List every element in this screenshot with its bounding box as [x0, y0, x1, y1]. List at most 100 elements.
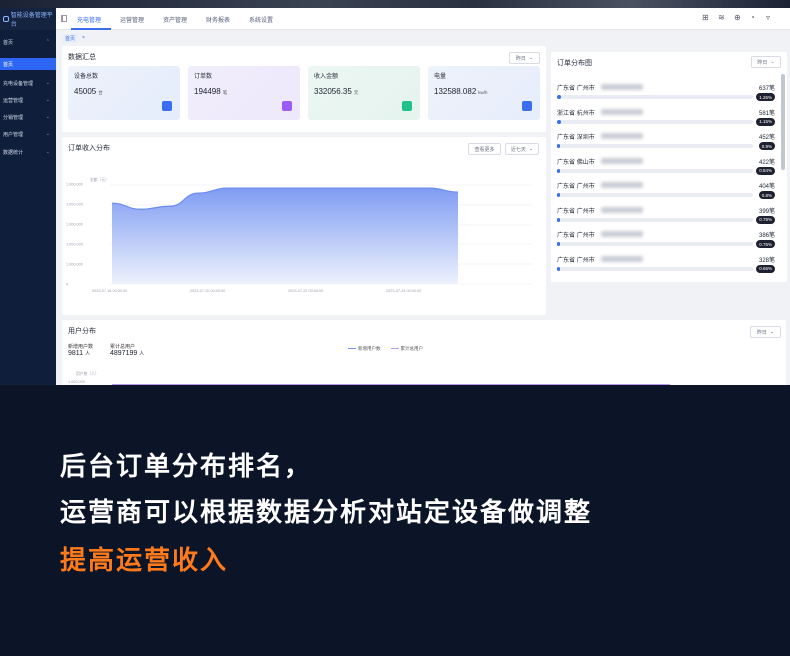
- device-icon: [162, 101, 172, 111]
- province-label: 广东省: [557, 233, 576, 239]
- stat-label: 设备总数: [74, 74, 99, 80]
- progress-track: [557, 266, 753, 271]
- ranking-row: 广东省 佛山市 422笔 0.84%: [557, 157, 775, 181]
- x-tick-label: 2023-07-18 00:00:00: [92, 289, 127, 293]
- sidebar-item-users[interactable]: 用户管理 ⌄: [0, 128, 56, 140]
- ranking-filter[interactable]: 昨日 ⌄: [751, 56, 781, 68]
- province-label: 广东省: [557, 257, 576, 264]
- redacted-address: [601, 255, 643, 262]
- chevron-down-icon: ⌄: [45, 149, 50, 155]
- nav-item-finance[interactable]: 财务报表: [206, 15, 230, 24]
- redacted-address: [601, 231, 643, 237]
- stat-unit: 元: [353, 90, 359, 95]
- book-icon[interactable]: ⊞: [702, 14, 709, 22]
- progress-track: [557, 168, 753, 173]
- redacted-address: [601, 157, 643, 164]
- progress-fill: [557, 193, 560, 197]
- ranking-title: 订单分布图: [557, 60, 592, 67]
- ranking-city: 浙江省 杭州市: [557, 108, 595, 117]
- order-count: 328笔: [758, 257, 775, 264]
- progress-fill: [557, 168, 560, 173]
- legend-total-users[interactable]: 累计总用户: [390, 346, 423, 352]
- y-tick-label: 1,000,000: [66, 263, 83, 267]
- globe-icon[interactable]: ⊕: [734, 14, 741, 22]
- sidebar-item-operation[interactable]: 运营管理 ⌄: [0, 94, 56, 106]
- chevron-down-icon: ⌄: [528, 55, 534, 61]
- legend-line-icon: [348, 348, 356, 350]
- order-count: 452笔: [758, 135, 775, 141]
- document-icon: [282, 101, 292, 111]
- province-label: 广东省: [557, 159, 576, 166]
- view-more-button[interactable]: 查看更多: [468, 143, 501, 155]
- stat-orders: 订单数 194498 笔: [188, 66, 300, 120]
- promo-line-1: 后台订单分布排名，: [60, 451, 313, 481]
- scrollbar[interactable]: [781, 74, 785, 170]
- legend-label: 新增用户数: [358, 346, 381, 351]
- sidebar-item-home[interactable]: 首页: [0, 58, 56, 70]
- range-select[interactable]: 近七天 ⌄: [505, 143, 539, 155]
- province-label: 广东省: [557, 86, 576, 92]
- province-label: 广东省: [557, 135, 576, 141]
- breadcrumb: 首页 ×: [62, 33, 85, 43]
- nav-item-charging[interactable]: 充电管理: [77, 15, 101, 24]
- stat-unit: kw/h: [478, 90, 488, 95]
- new-users-stat: 新增用户数 9811 人: [68, 343, 93, 357]
- bell-icon[interactable]: ◔: [750, 14, 755, 22]
- city-label: 广州市: [576, 257, 595, 264]
- sidebar-item-statistics[interactable]: 数据统计 ⌄: [0, 146, 56, 158]
- ranking-row: 广东省 广州市 328笔 0.65%: [557, 255, 775, 279]
- ranking-city: 广东省 广州市: [557, 255, 595, 264]
- chevron-down-icon: ⌄: [45, 131, 50, 137]
- province-label: 浙江省: [557, 110, 576, 117]
- order-count: 422笔: [758, 159, 775, 166]
- logo-text: 智能设备管理平台: [10, 13, 53, 28]
- percent-badge: 0.9%: [758, 142, 775, 150]
- nav-item-settings[interactable]: 系统设置: [249, 15, 273, 24]
- ranking-row: 浙江省 杭州市 581笔 1.15%: [557, 108, 775, 132]
- sidebar-item-distribution[interactable]: 分销管理 ⌄: [0, 111, 56, 123]
- ranking-city: 广东省 广州市: [557, 206, 595, 215]
- filter-label: 昨日: [515, 55, 526, 62]
- redacted-address: [601, 133, 643, 139]
- order-count: 637笔: [758, 86, 775, 92]
- sidebar-item-label: 数据统计: [3, 149, 24, 156]
- stat-energy: 电量 132588.082 kw/h: [428, 66, 540, 120]
- legend-line-icon: [390, 348, 399, 350]
- progress-track: [557, 144, 753, 148]
- progress-track: [557, 95, 753, 99]
- users-filter[interactable]: 昨日 ⌄: [750, 326, 781, 338]
- logo[interactable]: 智能设备管理平台: [0, 8, 56, 30]
- summary-card: 数据汇总 昨日 ⌄ 设备总数 45005 台 订单数 194498 笔 收入金额 33…: [62, 46, 546, 132]
- dashboard-window: 智能设备管理平台 充电管理 运营管理 资产管理 财务报表 系统设置 ⊞ ≋ ⊕ …: [0, 8, 790, 385]
- percent-badge: 0.76%: [756, 240, 775, 248]
- breadcrumb-home[interactable]: 首页: [62, 33, 79, 43]
- avatar[interactable]: ▿: [766, 14, 770, 22]
- close-icon[interactable]: ×: [82, 35, 85, 41]
- summary-filter[interactable]: 昨日 ⌄: [509, 52, 540, 64]
- menu-collapse-icon[interactable]: [61, 15, 67, 22]
- total-users-stat: 累计总用户 4897199 人: [110, 343, 144, 357]
- sidebar-item-home-group[interactable]: 首页 ⌃: [0, 36, 56, 48]
- stat-value: 9811: [68, 350, 84, 357]
- nav-item-operation[interactable]: 运营管理: [120, 15, 144, 24]
- stat-revenue: 收入金额 332056.35 元: [308, 66, 420, 120]
- percent-badge: 1.15%: [756, 117, 775, 126]
- progress-track: [557, 119, 753, 124]
- percent-badge: 0.65%: [756, 264, 775, 273]
- sidebar-item-label: 用户管理: [3, 131, 24, 138]
- stat-label: 收入金额: [314, 74, 339, 80]
- x-tick-label: 2023-07-22 00:00:00: [288, 289, 323, 293]
- legend-new-users[interactable]: 新增用户数: [348, 346, 381, 352]
- redacted-address: [601, 206, 643, 213]
- y-tick-label: 1,000,000: [66, 203, 83, 207]
- ranking-city: 广东省 广州市: [557, 230, 595, 239]
- revenue-chart: 0 1,000,000 1,000,000 1,000,000 1,000,000 1,0…: [66, 183, 532, 293]
- nav-item-assets[interactable]: 资产管理: [163, 15, 187, 24]
- stat-unit: 人: [85, 351, 91, 357]
- redacted-address: [601, 182, 643, 188]
- city-label: 广州市: [576, 184, 595, 190]
- sidebar-item-devices[interactable]: 充电设备管理 ⌄: [0, 77, 56, 89]
- filter-label: 昨日: [756, 329, 767, 336]
- ranking-row: 广东省 广州市 637笔 1.26%: [557, 83, 775, 107]
- wifi-icon[interactable]: ≋: [718, 14, 725, 22]
